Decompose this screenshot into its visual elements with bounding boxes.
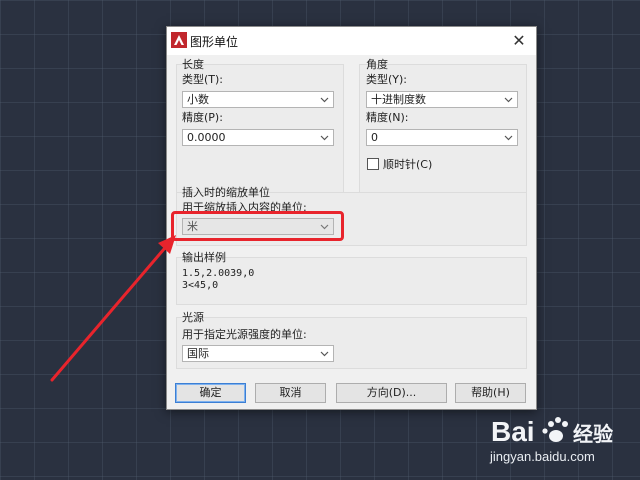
watermark-brand-latin: Bai (491, 416, 535, 447)
angle-precision-select[interactable]: 0 (366, 129, 518, 146)
chevron-down-icon (319, 130, 330, 145)
angle-type-select[interactable]: 十进制度数 (366, 91, 518, 108)
watermark-url: jingyan.baidu.com (490, 449, 595, 464)
direction-button[interactable]: 方向(D)... (336, 383, 447, 403)
lighting-label: 用于指定光源强度的单位: (182, 328, 307, 341)
sample-output-line-2: 3<45,0 (182, 280, 219, 291)
sample-output-group (176, 257, 527, 305)
length-precision-label: 精度(P): (182, 111, 223, 124)
chevron-down-icon (319, 92, 330, 107)
clockwise-label[interactable]: 顺时针(C) (383, 159, 432, 171)
help-button[interactable]: 帮助(H) (455, 383, 526, 403)
angle-type-value: 十进制度数 (371, 93, 426, 106)
watermark-brand-cn: 经验 (573, 422, 613, 446)
baidu-watermark-logo: Bai 经验 (491, 416, 613, 447)
length-type-select[interactable]: 小数 (182, 91, 334, 108)
angle-type-label: 类型(Y): (366, 73, 408, 86)
length-legend: 长度 (182, 58, 204, 71)
angle-precision-label: 精度(N): (366, 111, 409, 124)
length-precision-value: 0.0000 (187, 131, 226, 144)
annotation-highlight-box (171, 211, 344, 241)
insertion-legend: 插入时的缩放单位 (182, 186, 270, 199)
lighting-units-value: 国际 (187, 347, 209, 360)
sample-output-legend: 输出样例 (182, 251, 226, 264)
angle-legend: 角度 (366, 58, 388, 71)
lighting-legend: 光源 (182, 311, 204, 324)
length-type-label: 类型(T): (182, 73, 224, 86)
clockwise-checkbox[interactable] (367, 158, 379, 170)
dialog-title: 图形单位 (190, 35, 239, 49)
sample-output-line-1: 1.5,2.0039,0 (182, 268, 255, 279)
autocad-logo-icon (171, 32, 187, 48)
ok-button[interactable]: 确定 (175, 383, 246, 403)
chevron-down-icon (319, 346, 330, 361)
chevron-down-icon (503, 92, 514, 107)
length-precision-select[interactable]: 0.0000 (182, 129, 334, 146)
cancel-button[interactable]: 取消 (255, 383, 326, 403)
close-icon[interactable]: ✕ (508, 30, 530, 52)
lighting-units-select[interactable]: 国际 (182, 345, 334, 362)
length-type-value: 小数 (187, 93, 209, 106)
angle-precision-value: 0 (371, 131, 378, 144)
chevron-down-icon (503, 130, 514, 145)
title-bar[interactable]: 图形单位 ✕ (167, 27, 536, 55)
paw-icon (542, 417, 568, 442)
